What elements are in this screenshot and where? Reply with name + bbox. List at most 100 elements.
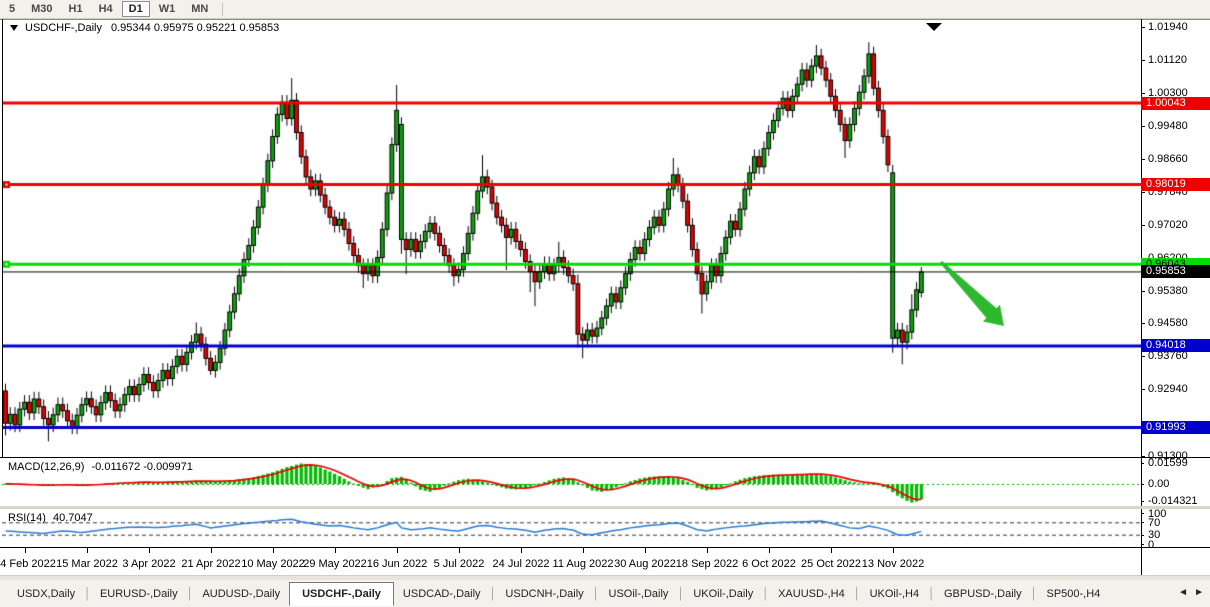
timeframe-button-h4[interactable]: H4 (92, 1, 120, 17)
price-axis-tick (1141, 456, 1145, 457)
price-axis-label: 0.94580 (1148, 317, 1188, 329)
timeframe-button-m30[interactable]: M30 (24, 1, 59, 17)
macd-values: -0.011672 -0.009971 (91, 461, 192, 473)
date-axis-tick (645, 548, 646, 553)
chart-tab-ukoil-h4[interactable]: UKOil-,H4 (861, 582, 929, 606)
date-axis-label: 11 Aug 2022 (553, 558, 614, 570)
price-badge-1.00043: 1.00043 (1141, 97, 1210, 110)
price-axis-label: 0.99480 (1148, 120, 1188, 132)
price-axis-tick (1141, 356, 1145, 357)
price-badge-0.98019: 0.98019 (1141, 178, 1210, 191)
price-axis-label: 0.97020 (1148, 219, 1188, 231)
timeframe-button-mn[interactable]: MN (184, 1, 215, 17)
chart-tab-eurusd-daily[interactable]: EURUSD-,Daily (91, 582, 187, 606)
timeframe-button-h1[interactable]: H1 (62, 1, 90, 17)
price-axis-tick (1141, 159, 1145, 160)
timeframe-button-w1[interactable]: W1 (152, 1, 183, 17)
rsi-axis-tick (1141, 535, 1144, 536)
price-axis-tick (1141, 323, 1145, 324)
price-axis-label: 0.95380 (1148, 285, 1188, 297)
price-axis-tick (1141, 192, 1145, 193)
macd-axis-tick (1141, 484, 1144, 485)
price-axis-tick (1141, 225, 1145, 226)
toolbar-separator (222, 3, 223, 16)
date-axis-label: 25 Oct 2022 (801, 558, 861, 570)
price-axis-tick (1141, 93, 1145, 94)
date-axis-tick (149, 548, 150, 553)
timeframe-toolbar: 5M30H1H4D1W1MN (0, 0, 1210, 19)
price-axis-label: 0.98660 (1148, 153, 1188, 165)
tab-separator: │ (677, 588, 684, 600)
chart-shift-marker-icon[interactable] (926, 23, 942, 31)
date-axis-tick (831, 548, 832, 553)
tab-separator: │ (593, 588, 600, 600)
date-axis-tick (459, 548, 460, 553)
timeframe-button-5[interactable]: 5 (2, 1, 22, 17)
date-axis-tick (25, 548, 26, 553)
date-axis-label: 5 Jul 2022 (434, 558, 485, 570)
chart-tab-bar: USDX,Daily│EURUSD-,Daily│AUDUSD-,DailyUS… (0, 580, 1210, 607)
price-axis-label: 1.01120 (1148, 54, 1187, 66)
rsi-axis-label: 70 (1148, 517, 1160, 529)
chart-tab-usdchf-daily[interactable]: USDCHF-,Daily (289, 582, 394, 606)
chart-top-border (0, 19, 1210, 20)
price-axis-tick (1141, 27, 1145, 28)
macd-axis-tick (1141, 501, 1144, 502)
date-axis-label: 21 Apr 2022 (181, 558, 240, 570)
date-axis-tick (521, 548, 522, 553)
rsi-value: 40.7047 (53, 512, 93, 524)
tab-separator: │ (187, 588, 194, 600)
price-axis-tick (1141, 291, 1145, 292)
chart-tab-ukoil-daily[interactable]: UKOil-,Daily (684, 582, 762, 606)
date-axis-label: 24 Jul 2022 (493, 558, 550, 570)
main-chart-canvas[interactable] (2, 20, 1141, 457)
tab-separator: │ (854, 588, 861, 600)
price-axis-tick (1141, 389, 1145, 390)
date-axis-tick (335, 548, 336, 553)
chart-tab-gbpusd-daily[interactable]: GBPUSD-,Daily (935, 582, 1031, 606)
chart-tab-xauusd-h4[interactable]: XAUUSD-,H4 (769, 582, 854, 606)
main-panel-bottom-border (0, 457, 1210, 458)
date-axis-tick (583, 548, 584, 553)
date-axis-label: 15 Mar 2022 (56, 558, 118, 570)
date-axis-tick (211, 548, 212, 553)
tab-scroll-left-icon[interactable]: ◄ (1178, 587, 1188, 598)
rsi-axis-tick (1141, 544, 1144, 545)
price-axis-label: 1.01940 (1148, 21, 1188, 33)
price-badge-0.94018: 0.94018 (1141, 339, 1210, 352)
date-axis-tick (893, 548, 894, 553)
chart-title: USDCHF-,Daily 0.95344 0.95975 0.95221 0.… (10, 22, 279, 34)
date-axis-tick (87, 548, 88, 553)
chart-tab-sp500-h4[interactable]: SP500-,H4 (1037, 582, 1109, 606)
one-click-arrow-icon[interactable] (10, 25, 18, 31)
price-axis-label: 0.92940 (1148, 383, 1188, 395)
rsi-panel-canvas[interactable] (2, 509, 1141, 547)
date-axis-label: 30 Aug 2022 (614, 558, 676, 570)
date-axis-label: 13 Nov 2022 (862, 558, 924, 570)
date-axis-label: 24 Feb 2022 (0, 558, 56, 570)
macd-indicator-label: MACD(12,26,9) -0.011672 -0.009971 (8, 461, 193, 473)
date-axis-tick (769, 548, 770, 553)
chart-tab-usdcnh-daily[interactable]: USDCNH-,Daily (496, 582, 592, 606)
date-axis-tick (273, 548, 274, 553)
date-axis-label: 6 Oct 2022 (742, 558, 796, 570)
chart-tab-usoil-daily[interactable]: USOil-,Daily (600, 582, 678, 606)
tab-scroll-right-icon[interactable]: ► (1194, 587, 1204, 598)
date-axis-label: 18 Sep 2022 (676, 558, 738, 570)
macd-axis-tick (1141, 463, 1144, 464)
tab-separator: │ (762, 588, 769, 600)
chart-tab-audusd-daily[interactable]: AUDUSD-,Daily (193, 582, 289, 606)
panel-splitter[interactable] (0, 506, 1210, 509)
chart-tab-usdcad-daily[interactable]: USDCAD-,Daily (394, 582, 490, 606)
macd-axis-label: 0.01599 (1148, 457, 1188, 469)
date-axis-label: 29 May 2022 (303, 558, 367, 570)
date-axis-label: 10 May 2022 (241, 558, 305, 570)
chart-left-border (2, 19, 3, 457)
rsi-axis-label: 0 (1148, 539, 1154, 551)
macd-axis-label: 0.00 (1148, 478, 1169, 490)
price-badge-0.91993: 0.91993 (1141, 421, 1210, 434)
timeframe-button-d1[interactable]: D1 (122, 1, 150, 17)
tab-separator: │ (84, 588, 91, 600)
date-axis-tick (707, 548, 708, 553)
chart-tab-usdx-daily[interactable]: USDX,Daily (8, 582, 84, 606)
